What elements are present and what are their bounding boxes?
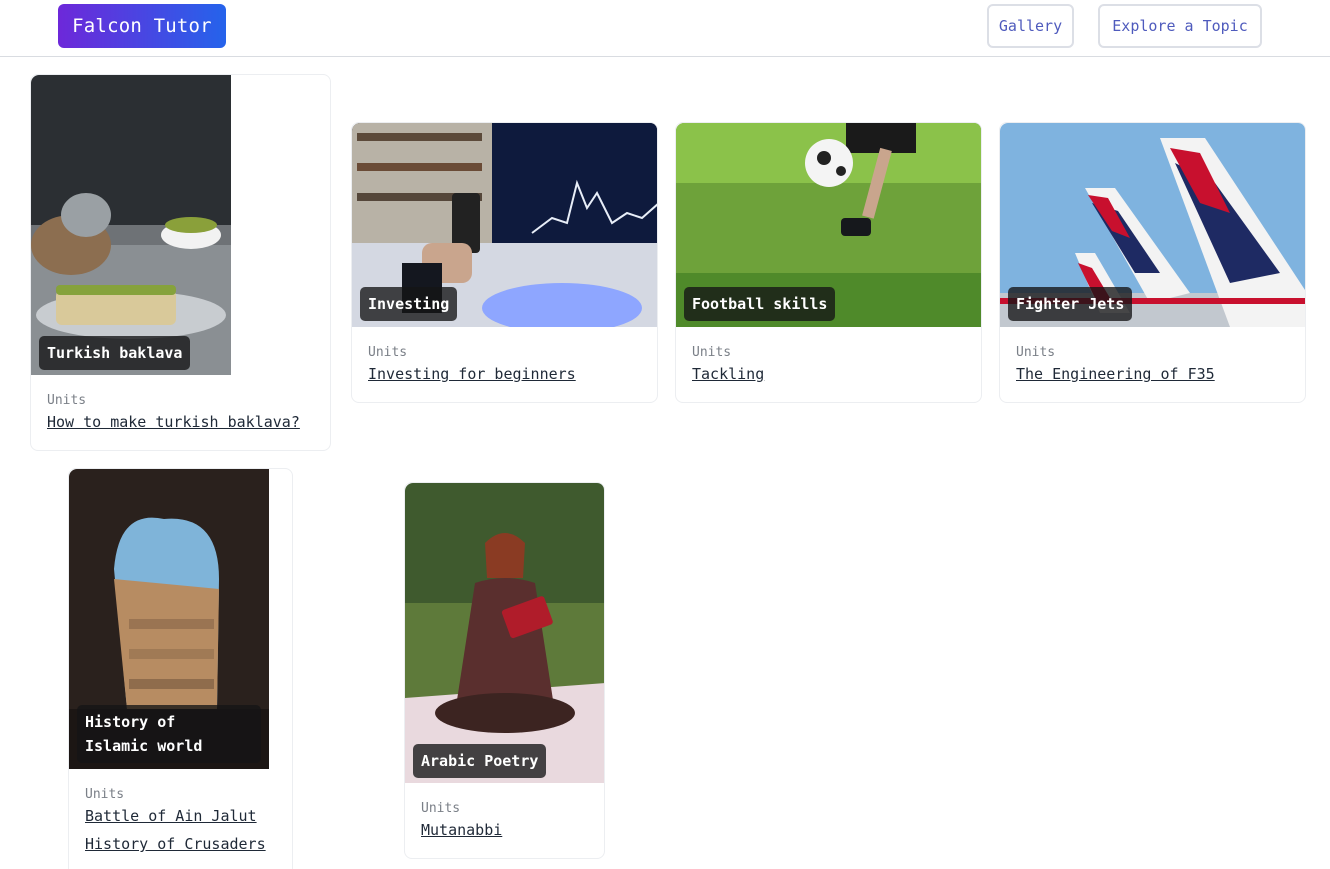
topic-card-investing[interactable]: Investing Units Investing for beginners: [351, 122, 658, 403]
topic-tag: Arabic Poetry: [413, 744, 547, 778]
topic-card-turkish-baklava[interactable]: Turkish baklava Units How to make turkis…: [30, 74, 331, 451]
gallery-button[interactable]: Gallery: [987, 4, 1074, 48]
topic-tag: History of Islamic world: [77, 705, 261, 763]
arabic-poetry-image: [405, 483, 604, 783]
topic-card-fighter-jets[interactable]: Fighter Jets Units The Engineering of F3…: [999, 122, 1306, 403]
unit-link[interactable]: The Engineering of F35: [1016, 365, 1215, 383]
top-navbar: Falcon Tutor Gallery Explore a Topic: [0, 0, 1330, 57]
baklava-image: [31, 75, 231, 375]
units-label: Units: [692, 345, 732, 360]
topic-card-history-islamic-world[interactable]: History of Islamic world Units Battle of…: [68, 468, 293, 869]
units-label: Units: [421, 801, 461, 816]
unit-link[interactable]: Investing for beginners: [368, 365, 576, 383]
topic-tag-line: History of: [85, 713, 176, 731]
topic-tag: Investing: [360, 287, 458, 321]
units-label: Units: [1016, 345, 1056, 360]
topic-card-arabic-poetry[interactable]: Arabic Poetry Units Mutanabbi: [404, 482, 605, 859]
unit-link[interactable]: How to make turkish baklava?: [47, 413, 300, 431]
topic-tag: Turkish baklava: [39, 336, 191, 370]
units-label: Units: [47, 393, 87, 408]
topic-tag: Fighter Jets: [1008, 287, 1133, 321]
unit-link[interactable]: History of Crusaders: [85, 835, 266, 853]
logo-button[interactable]: Falcon Tutor: [58, 4, 226, 48]
topic-card-football-skills[interactable]: Football skills Units Tackling: [675, 122, 982, 403]
unit-link[interactable]: Tackling: [692, 365, 764, 383]
topic-tag-line: Islamic world: [85, 737, 203, 755]
unit-link[interactable]: Battle of Ain Jalut: [85, 807, 257, 825]
explore-topic-button[interactable]: Explore a Topic: [1098, 4, 1262, 48]
topic-tag: Football skills: [684, 287, 836, 321]
unit-link[interactable]: Mutanabbi: [421, 821, 502, 839]
units-label: Units: [85, 787, 125, 802]
units-label: Units: [368, 345, 408, 360]
